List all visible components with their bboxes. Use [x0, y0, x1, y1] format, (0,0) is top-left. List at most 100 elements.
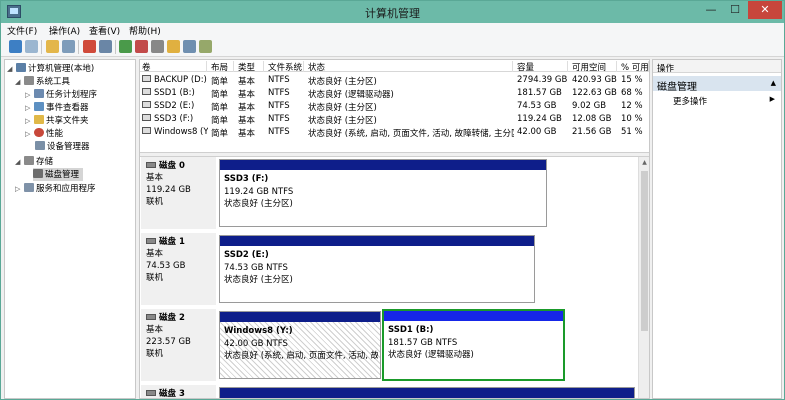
- partition-disk3[interactable]: [219, 387, 635, 398]
- column-header-status[interactable]: 状态: [306, 61, 513, 72]
- partition-ssd1[interactable]: SSD1 (B:) 181.57 GB NTFS 状态良好 (逻辑驱动器): [382, 309, 565, 381]
- storage-icon: [24, 156, 34, 165]
- volume-capacity: 119.24 GB: [517, 114, 562, 124]
- expand-arrow-icon[interactable]: ▷: [25, 91, 32, 99]
- scrollbar-thumb[interactable]: [641, 171, 648, 331]
- volume-percent-free: 51 %: [621, 127, 643, 137]
- volume-row[interactable]: SSD1 (B:) 简单 基本 NTFS 状态良好 (逻辑驱动器) 181.57…: [140, 86, 649, 100]
- column-header-percent-free[interactable]: % 可用: [619, 61, 649, 72]
- column-header-volume[interactable]: 卷: [140, 61, 207, 72]
- column-header-free-space[interactable]: 可用空间: [570, 61, 617, 72]
- disk-label-0[interactable]: 磁盘 0 基本 119.24 GB 联机: [141, 157, 216, 229]
- disk-size: 74.53 GB: [146, 261, 186, 271]
- scroll-up-arrow-icon[interactable]: ▲: [639, 159, 649, 166]
- partition-bar: [220, 388, 634, 398]
- disk-type: 基本: [146, 325, 164, 335]
- disk-label-2[interactable]: 磁盘 2 基本 223.57 GB 联机: [141, 309, 216, 381]
- rescan-icon[interactable]: [183, 40, 196, 53]
- tree-item-services-apps[interactable]: ▷ 服务和应用程序: [15, 182, 96, 195]
- volume-free-space: 122.63 GB: [572, 88, 617, 98]
- volume-name: Windows8 (Y:): [142, 127, 208, 137]
- expand-arrow-icon[interactable]: ▷: [15, 185, 22, 193]
- menu-help[interactable]: 帮助(H): [129, 24, 161, 37]
- delete-icon[interactable]: [135, 40, 148, 53]
- tree-item-disk-management[interactable]: 磁盘管理: [33, 168, 84, 181]
- tree-item-system-tools[interactable]: ◢ 系统工具: [15, 75, 70, 88]
- properties-icon[interactable]: [99, 40, 112, 53]
- more-actions-link[interactable]: 更多操作: [673, 95, 707, 107]
- computer-icon: [16, 63, 26, 72]
- volume-row[interactable]: SSD3 (F:) 简单 基本 NTFS 状态良好 (主分区) 119.24 G…: [140, 112, 649, 126]
- column-header-filesystem[interactable]: 文件系统: [266, 61, 304, 72]
- title-bar[interactable]: 计算机管理 — ☐ ✕: [1, 1, 784, 23]
- partition-status: 状态良好 (主分区): [224, 275, 293, 285]
- collapse-arrow-icon[interactable]: ◢: [7, 65, 14, 73]
- column-header-layout[interactable]: 布局: [209, 61, 234, 72]
- volume-name: BACKUP (D:): [142, 75, 208, 85]
- disk-management-pane: 卷 布局 类型 文件系统 状态 容量 可用空间 % 可用 BACKUP (D:)…: [139, 59, 650, 399]
- volume-percent-free: 15 %: [621, 75, 643, 85]
- up-folder-icon[interactable]: [46, 40, 59, 53]
- open-folder-icon[interactable]: [167, 40, 180, 53]
- volume-free-space: 9.02 GB: [572, 101, 607, 111]
- partition-ssd2[interactable]: SSD2 (E:) 74.53 GB NTFS 状态良好 (主分区): [219, 235, 535, 303]
- volume-list-header: 卷 布局 类型 文件系统 状态 容量 可用空间 % 可用: [140, 60, 649, 72]
- disk-view-icon[interactable]: [199, 40, 212, 53]
- disk-label-1[interactable]: 磁盘 1 基本 74.53 GB 联机: [141, 233, 216, 305]
- column-header-type[interactable]: 类型: [236, 61, 264, 72]
- tree-item-root[interactable]: ◢ 计算机管理(本地): [7, 62, 94, 75]
- menu-action[interactable]: 操作(A): [49, 24, 80, 37]
- tree-item-shared-folders[interactable]: ▷ 共享文件夹: [25, 114, 89, 127]
- computer-management-window: 计算机管理 — ☐ ✕ 文件(F) 操作(A) 查看(V) 帮助(H) ◢ 计算机…: [0, 0, 785, 400]
- clock-icon: [34, 89, 44, 98]
- partition-bar: [384, 311, 563, 321]
- partition-size: 42.00 GB NTFS: [224, 338, 288, 349]
- disk-size: 119.24 GB: [146, 185, 191, 195]
- disk-status: 联机: [146, 197, 164, 207]
- show-hide-tree-icon[interactable]: [62, 40, 75, 53]
- volume-percent-free: 68 %: [621, 88, 643, 98]
- volume-free-space: 21.56 GB: [572, 127, 612, 137]
- volume-row[interactable]: Windows8 (Y:) 简单 基本 NTFS 状态良好 (系统, 启动, 页…: [140, 125, 649, 139]
- column-header-capacity[interactable]: 容量: [515, 61, 568, 72]
- menu-view[interactable]: 查看(V): [89, 24, 120, 37]
- maximize-button[interactable]: ☐: [724, 1, 746, 19]
- volume-row[interactable]: SSD2 (E:) 简单 基本 NTFS 状态良好 (主分区) 74.53 GB…: [140, 99, 649, 113]
- partition-status: 状态良好 (系统, 启动, 页面文件, 活动, 故障转储: [224, 351, 378, 361]
- partition-bar: [220, 236, 534, 246]
- collapse-arrow-icon[interactable]: ◢: [15, 158, 22, 166]
- partition-windows8[interactable]: Windows8 (Y:) 42.00 GB NTFS 状态良好 (系统, 启动…: [219, 311, 381, 379]
- collapse-caret-icon[interactable]: ▲: [771, 79, 776, 87]
- volume-row[interactable]: BACKUP (D:) 简单 基本 NTFS 状态良好 (主分区) 2794.3…: [140, 73, 649, 87]
- collapse-arrow-icon[interactable]: ◢: [15, 78, 22, 86]
- disk-label-3[interactable]: 磁盘 3: [141, 385, 216, 398]
- tree-item-label: 共享文件夹: [46, 116, 89, 126]
- disk-status: 联机: [146, 349, 164, 359]
- close-button[interactable]: ✕: [748, 1, 782, 19]
- tree-item-task-scheduler[interactable]: ▷ 任务计划程序: [25, 88, 97, 101]
- tree-item-event-viewer[interactable]: ▷ 事件查看器: [25, 101, 89, 114]
- connect-icon[interactable]: [119, 40, 132, 53]
- tree-item-label: 事件查看器: [46, 103, 89, 113]
- actions-section-disk-management[interactable]: 磁盘管理 ▲: [653, 76, 781, 93]
- minimize-button[interactable]: —: [700, 1, 722, 19]
- toolbar-separator: [41, 40, 42, 54]
- tree-item-performance[interactable]: ▷ 性能: [25, 127, 63, 140]
- partition-name: SSD3 (F:): [224, 174, 269, 184]
- partition-status: 状态良好 (主分区): [224, 199, 293, 209]
- tree-item-storage[interactable]: ◢ 存储: [15, 155, 53, 168]
- partition-ssd3[interactable]: SSD3 (F:) 119.24 GB NTFS 状态良好 (主分区): [219, 159, 547, 227]
- check-icon[interactable]: [151, 40, 164, 53]
- back-arrow-icon[interactable]: [9, 40, 22, 53]
- forward-arrow-icon[interactable]: [25, 40, 38, 53]
- menu-file[interactable]: 文件(F): [7, 24, 37, 37]
- volume-layout: 简单: [211, 129, 229, 139]
- expand-arrow-icon[interactable]: ▷: [25, 117, 32, 125]
- chevron-right-icon[interactable]: ▶: [770, 95, 775, 103]
- actions-section-label: 磁盘管理: [657, 82, 697, 93]
- disk-view-scrollbar[interactable]: ▲: [638, 157, 649, 398]
- tree-item-device-manager[interactable]: 设备管理器: [35, 140, 90, 153]
- help-icon[interactable]: [83, 40, 96, 53]
- expand-arrow-icon[interactable]: ▷: [25, 104, 32, 112]
- expand-arrow-icon[interactable]: ▷: [25, 130, 32, 138]
